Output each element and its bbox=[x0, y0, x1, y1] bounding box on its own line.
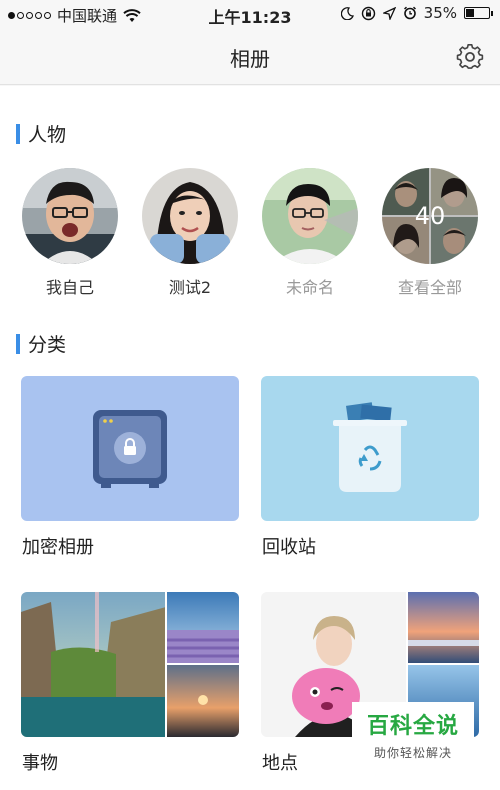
person-name: 测试2 bbox=[168, 278, 212, 297]
moon-icon bbox=[340, 6, 354, 20]
places-album-label[interactable]: 地点 bbox=[262, 749, 298, 775]
safe-icon bbox=[93, 410, 167, 488]
status-right: 35% bbox=[340, 4, 493, 22]
category-section-header: 分类 bbox=[16, 330, 66, 357]
encrypted-album-label[interactable]: 加密相册 bbox=[22, 533, 94, 559]
view-all-label[interactable]: 查看全部 bbox=[375, 274, 485, 298]
watermark-sub: 助你轻松解决 bbox=[373, 746, 452, 760]
section-accent-bar bbox=[16, 333, 20, 354]
face-photo-icon bbox=[22, 168, 118, 264]
album-content: 人物 我自己 测试2 未命名 40 查看全部 分类 加密相册 回收站 事物 地点… bbox=[0, 86, 500, 790]
things-album-label[interactable]: 事物 bbox=[22, 749, 58, 775]
avatar[interactable] bbox=[142, 168, 238, 264]
alarm-icon bbox=[403, 6, 416, 20]
people-count: 40 bbox=[414, 202, 446, 230]
battery-level bbox=[466, 9, 474, 17]
landscape-collage-icon bbox=[21, 592, 239, 737]
watermark-logo: 百科全说 助你轻松解决 bbox=[352, 702, 474, 766]
page-title: 相册 bbox=[230, 47, 270, 71]
things-album-card[interactable] bbox=[21, 592, 239, 737]
battery-percent: 35% bbox=[423, 4, 457, 22]
status-bar: 中国联通 上午11:23 35% bbox=[0, 0, 500, 28]
trash-can-icon bbox=[333, 402, 407, 492]
rotation-lock-icon bbox=[361, 6, 375, 20]
gear-icon[interactable] bbox=[456, 43, 484, 71]
navigation-bar: 相册 bbox=[0, 28, 500, 85]
encrypted-album-card[interactable] bbox=[21, 376, 239, 521]
avatar[interactable] bbox=[22, 168, 118, 264]
people-section-header: 人物 bbox=[16, 120, 66, 147]
face-photo-icon bbox=[142, 168, 238, 264]
person-item-unnamed[interactable]: 未命名 bbox=[255, 168, 365, 298]
people-section-title: 人物 bbox=[28, 124, 67, 146]
face-photo-icon bbox=[262, 168, 358, 264]
person-item-test2[interactable]: 测试2 bbox=[135, 168, 245, 298]
watermark-main: 百科全说 bbox=[366, 714, 459, 739]
location-arrow-icon bbox=[382, 6, 396, 20]
category-section-title: 分类 bbox=[28, 334, 67, 356]
recycle-bin-label[interactable]: 回收站 bbox=[262, 533, 316, 559]
recycle-bin-card[interactable] bbox=[261, 376, 479, 521]
person-name: 未命名 bbox=[285, 278, 334, 297]
battery-icon bbox=[464, 7, 493, 19]
person-item-view-all[interactable]: 40 查看全部 bbox=[375, 168, 485, 298]
avatar[interactable] bbox=[262, 168, 358, 264]
avatar-collage[interactable]: 40 bbox=[382, 168, 478, 264]
section-accent-bar bbox=[16, 123, 20, 144]
person-name: 我自己 bbox=[45, 278, 94, 297]
person-item-self[interactable]: 我自己 bbox=[15, 168, 125, 298]
